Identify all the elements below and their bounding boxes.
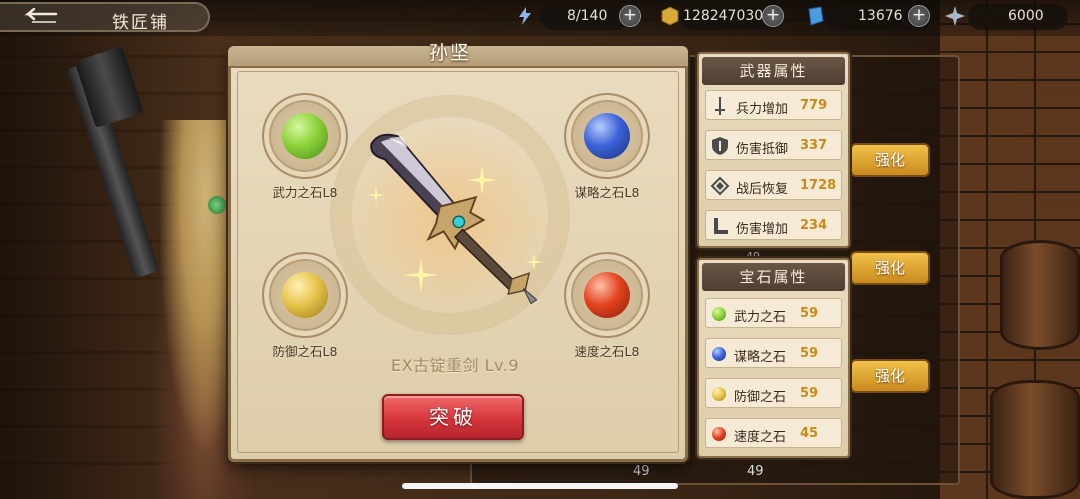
enhance-button[interactable]: 强化 bbox=[850, 251, 930, 285]
plus-icon[interactable]: + bbox=[619, 5, 641, 27]
gem-slot-speed[interactable] bbox=[564, 252, 650, 338]
stat-name: 伤害增加 bbox=[736, 222, 789, 237]
top-bar: 铁匠铺 8/140 + 128247030 + 13676 + 6000 bbox=[0, 0, 1080, 36]
blue-gem-icon bbox=[584, 113, 630, 159]
stat-name: 防御之石 bbox=[734, 390, 787, 405]
yellow-gem-icon bbox=[712, 387, 726, 401]
gold-coin-icon bbox=[661, 6, 679, 26]
stat-value: 59 bbox=[800, 306, 819, 321]
stat-value: 234 bbox=[800, 218, 828, 233]
back-button[interactable]: 铁匠铺 bbox=[0, 2, 210, 33]
plus-icon[interactable]: + bbox=[908, 5, 930, 27]
gem-slot-strategy[interactable] bbox=[564, 93, 650, 179]
stat-value: 779 bbox=[800, 98, 828, 113]
sword-icon bbox=[715, 97, 725, 115]
gem-attributes-title: 宝石属性 bbox=[702, 263, 845, 291]
lightning-icon bbox=[519, 7, 531, 25]
back-arrow-icon bbox=[24, 8, 58, 23]
stat-row: 伤害抵御 337 bbox=[705, 130, 842, 160]
stat-name: 速度之石 bbox=[734, 430, 787, 445]
gem-attributes-panel: 宝石属性 武力之石 59 谋略之石 59 防御之石 59 速度之石 45 bbox=[697, 258, 850, 458]
gem-slot-force[interactable] bbox=[262, 93, 348, 179]
sparkle-icon bbox=[467, 165, 497, 195]
breakthrough-button[interactable]: 突破 bbox=[382, 394, 524, 440]
stat-value: 337 bbox=[800, 138, 828, 153]
stat-value: 45 bbox=[800, 426, 819, 441]
weapon-attributes-panel: 武器属性 兵力增加 779 伤害抵御 337 战后恢复 1728 伤害增加 23… bbox=[697, 52, 850, 248]
gem-slot-label: 谋略之石L8 bbox=[574, 185, 640, 200]
sparkle-icon bbox=[367, 186, 385, 204]
stat-name: 战后恢复 bbox=[736, 182, 789, 197]
stat-row: 武力之石 59 bbox=[705, 298, 842, 328]
gems-value: 13676 bbox=[858, 8, 903, 24]
stat-value: 59 bbox=[800, 386, 819, 401]
item-count: 49 bbox=[633, 464, 650, 479]
stat-name: 谋略之石 bbox=[734, 350, 787, 365]
sword-weapon-icon bbox=[370, 133, 538, 305]
damage-icon bbox=[714, 218, 728, 234]
stat-row: 速度之石 45 bbox=[705, 418, 842, 448]
barrel bbox=[1000, 240, 1080, 350]
star-crystal-icon bbox=[945, 6, 965, 26]
gold-value: 128247030 bbox=[683, 8, 764, 24]
stat-row: 谋略之石 59 bbox=[705, 338, 842, 368]
stat-name: 伤害抵御 bbox=[736, 142, 789, 157]
green-gem-icon bbox=[712, 307, 726, 321]
stat-name: 兵力增加 bbox=[736, 102, 789, 117]
shield-icon bbox=[712, 137, 728, 155]
blue-crystal-icon bbox=[808, 6, 824, 26]
yellow-gem-icon bbox=[282, 272, 328, 318]
home-indicator[interactable] bbox=[402, 483, 678, 489]
page-title: 铁匠铺 bbox=[112, 13, 169, 33]
stat-row: 伤害增加 234 bbox=[705, 210, 842, 240]
stat-value: 59 bbox=[800, 346, 819, 361]
hero-name: 孙坚 bbox=[428, 42, 471, 64]
heal-icon bbox=[710, 176, 730, 196]
weapon-attributes-title: 武器属性 bbox=[702, 57, 845, 85]
blue-gem-icon bbox=[712, 347, 726, 361]
sparkle-icon bbox=[525, 253, 543, 271]
weapon-name: EX古锭重剑 Lv.9 bbox=[390, 356, 520, 375]
sparkle-icon bbox=[404, 258, 438, 292]
stat-value: 1728 bbox=[800, 178, 837, 193]
enhance-button[interactable]: 强化 bbox=[850, 143, 930, 177]
item-count: 49 bbox=[747, 464, 764, 479]
barrel bbox=[990, 380, 1080, 499]
red-gem-icon bbox=[584, 272, 630, 318]
stat-row: 战后恢复 1728 bbox=[705, 170, 842, 200]
plus-icon[interactable]: + bbox=[762, 5, 784, 27]
red-gem-icon bbox=[712, 427, 726, 441]
stat-name: 武力之石 bbox=[734, 310, 787, 325]
energy-value: 8/140 bbox=[567, 8, 608, 24]
stat-row: 兵力增加 779 bbox=[705, 90, 842, 120]
stat-row: 防御之石 59 bbox=[705, 378, 842, 408]
green-gem-icon bbox=[282, 113, 328, 159]
crystal-value: 6000 bbox=[1008, 8, 1044, 24]
gem-slot-defense[interactable] bbox=[262, 252, 348, 338]
enhance-button[interactable]: 强化 bbox=[850, 359, 930, 393]
character-eye bbox=[208, 196, 226, 214]
